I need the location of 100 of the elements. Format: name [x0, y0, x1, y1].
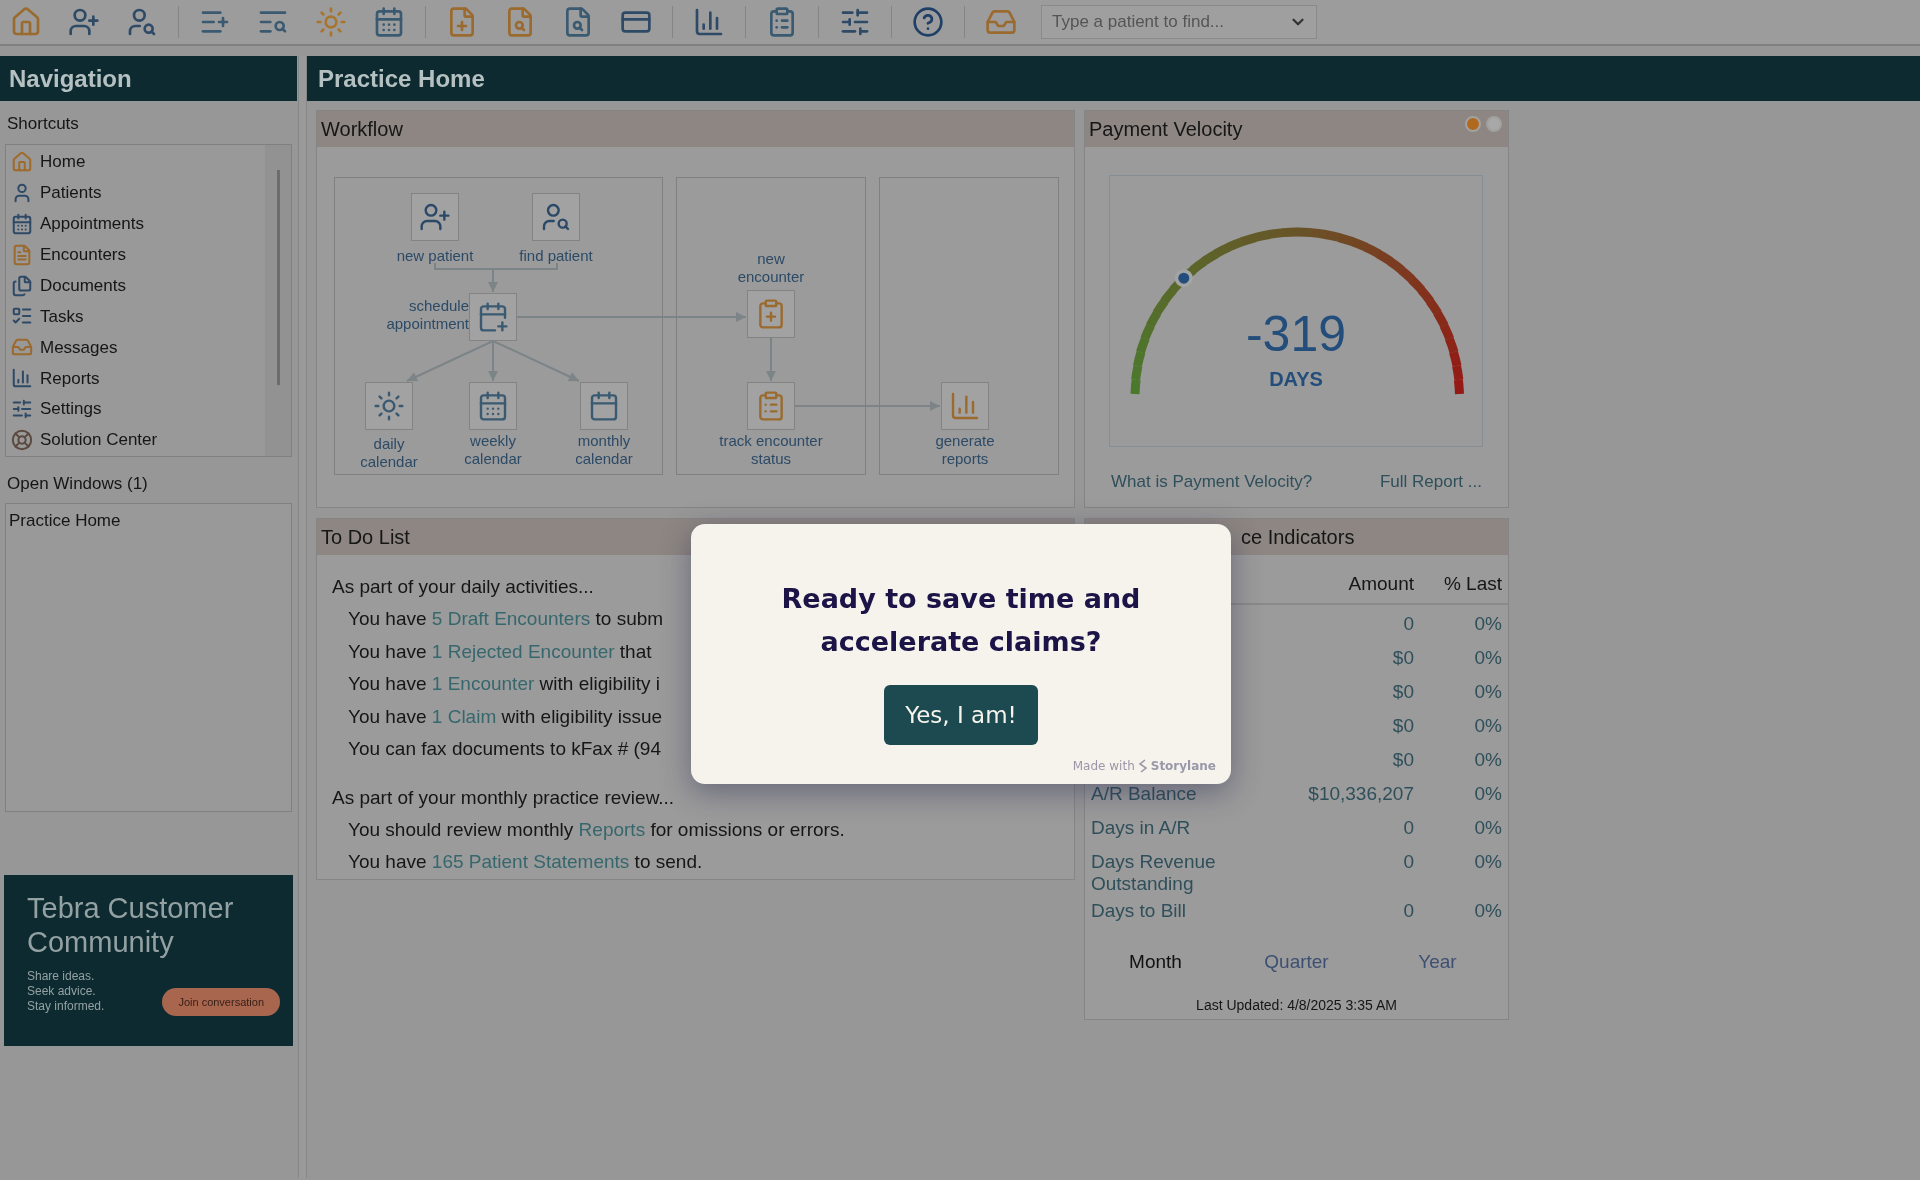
workflow-node[interactable] [941, 382, 989, 430]
workflow-node-label[interactable]: schedule appointment [357, 297, 469, 333]
person-search-icon [540, 201, 572, 233]
calendar-icon [11, 212, 33, 235]
page-title: Practice Home [318, 63, 485, 94]
workflow-node-label[interactable]: track encounter status [711, 432, 831, 468]
workflow-node[interactable] [469, 382, 517, 430]
indicator-amount: 0 [1403, 817, 1415, 839]
workflow-node[interactable] [580, 382, 628, 430]
todo-heading: As part of your monthly practice review... [332, 785, 675, 810]
shortcut-item[interactable]: Reports [6, 362, 265, 394]
calendar-icon [373, 6, 405, 38]
shortcut-item[interactable]: Settings [6, 393, 265, 425]
todo-item: You can fax documents to kFax # (94 [347, 737, 661, 761]
indicator-amount: 0 [1403, 851, 1415, 873]
workflow-node-label[interactable]: daily calendar [354, 435, 424, 471]
panel-title: ce Indicators [1240, 525, 1355, 550]
add-person-icon [419, 201, 451, 233]
todo-item: You have 5 Draft Encounters to subm [347, 607, 664, 631]
shortcut-item[interactable]: Encounters [6, 239, 265, 271]
todo-link[interactable]: 5 Draft Encounters [431, 608, 591, 629]
patient-search-field[interactable]: Type a patient to find... [1041, 5, 1317, 39]
indicator-percent: 0% [1474, 749, 1503, 771]
indicator-label: A/R Balance [1090, 783, 1198, 805]
last-updated-text: Last Updated: 4/8/2025 3:35 AM [1196, 995, 1397, 1015]
column-header: Amount [1348, 571, 1415, 596]
indicator-amount: 0 [1403, 613, 1415, 635]
indicator-percent: 0% [1474, 681, 1503, 703]
payment-velocity-link[interactable]: What is Payment Velocity? [1111, 469, 1313, 495]
indicator-percent: 0% [1474, 715, 1503, 737]
gauge-unit: DAYS [1269, 367, 1323, 392]
indicator-percent: 0% [1474, 851, 1503, 873]
column-header: % Last [1443, 571, 1503, 596]
todo-heading: As part of your daily activities... [332, 575, 594, 599]
period-tab[interactable]: Month [1129, 948, 1182, 977]
workflow-node[interactable] [469, 293, 517, 341]
join-conversation-button[interactable]: Join conversation [162, 988, 280, 1016]
navigation-title: Navigation [9, 63, 132, 94]
indicator-amount: $0 [1392, 681, 1415, 703]
workflow-node[interactable] [411, 193, 459, 241]
period-tab[interactable]: Year [1418, 948, 1457, 977]
indicator-label: Days in A/R [1090, 817, 1192, 839]
scrollbar[interactable] [265, 144, 291, 456]
todo-item: You have 1 Rejected Encounter that [347, 639, 652, 664]
home-icon [11, 150, 33, 173]
workflow-node-label[interactable]: new encounter [731, 250, 811, 286]
workflow-node-label[interactable]: generate reports [930, 432, 1000, 468]
todo-link[interactable]: 165 Patient Statements [431, 851, 630, 872]
promo-title: Tebra Customer Community [27, 891, 235, 959]
user-search-icon [126, 6, 158, 38]
workflow-node[interactable] [747, 382, 795, 430]
promo-text: Stay informed. [27, 999, 105, 1014]
todo-item: You have 165 Patient Statements to send. [347, 850, 703, 874]
credit-text: Made with [1072, 758, 1135, 775]
section-label: Shortcuts [7, 113, 79, 135]
shortcut-item[interactable]: Tasks [6, 301, 265, 332]
payment-velocity-link[interactable]: Full Report ... [1379, 469, 1482, 495]
shortcut-item[interactable]: Documents [6, 270, 265, 302]
brand-name: Storylane [1150, 758, 1216, 775]
shortcut-item[interactable]: Messages [6, 331, 265, 363]
workflow-node-label[interactable]: new patient [381, 247, 489, 265]
bar-chart-icon [949, 390, 981, 422]
workflow-node-label[interactable]: find patient [502, 247, 610, 265]
period-tab[interactable]: Quarter [1264, 948, 1329, 977]
documents-icon [11, 274, 33, 297]
todo-link[interactable]: 1 Claim [431, 705, 497, 727]
todo-item: You should review monthly Reports for omissions or errors. [347, 817, 845, 842]
section-label: Open Windows (1) [7, 472, 148, 495]
open-window-item[interactable]: Practice Home [6, 508, 121, 534]
workflow-node-label[interactable]: monthly calendar [569, 432, 639, 468]
panel-title: Workflow [321, 117, 403, 142]
gauge-value: -319 [1245, 306, 1347, 362]
todo-link[interactable]: Reports [578, 818, 646, 840]
indicator-percent: 0% [1474, 647, 1503, 669]
indicator-label: Days Revenue Outstanding [1090, 851, 1217, 895]
chart-icon [11, 367, 33, 390]
shortcut-item[interactable]: Solution Center [6, 424, 265, 456]
workflow-node[interactable] [365, 382, 413, 430]
workflow-node-label[interactable]: weekly calendar [458, 432, 528, 468]
promo-text: Share ideas. [27, 969, 96, 984]
yes-button[interactable]: Yes, I am! [884, 685, 1038, 745]
shortcut-item[interactable]: Patients [6, 177, 265, 209]
shortcut-item[interactable]: Appointments [6, 208, 265, 240]
panel-title: Payment Velocity [1089, 117, 1243, 142]
workflow-node[interactable] [747, 290, 795, 338]
panel-title: To Do List [321, 525, 410, 550]
todo-link[interactable]: 1 Rejected Encounter [431, 640, 615, 662]
sliders-icon [11, 398, 33, 421]
workflow-node[interactable] [532, 193, 580, 241]
indicator-percent: 0% [1474, 783, 1503, 805]
indicator-amount: $0 [1392, 715, 1415, 737]
indicator-amount: $0 [1392, 647, 1415, 669]
shortcut-item[interactable]: Home [6, 146, 265, 178]
todo-link[interactable]: 1 Encounter [431, 673, 535, 694]
indicator-percent: 0% [1474, 613, 1503, 635]
sliders-icon [839, 6, 871, 38]
brand-logo-icon [1137, 759, 1148, 773]
week-calendar-icon [477, 390, 509, 422]
month-calendar-icon [588, 390, 620, 422]
indicator-percent: 0% [1474, 900, 1503, 922]
